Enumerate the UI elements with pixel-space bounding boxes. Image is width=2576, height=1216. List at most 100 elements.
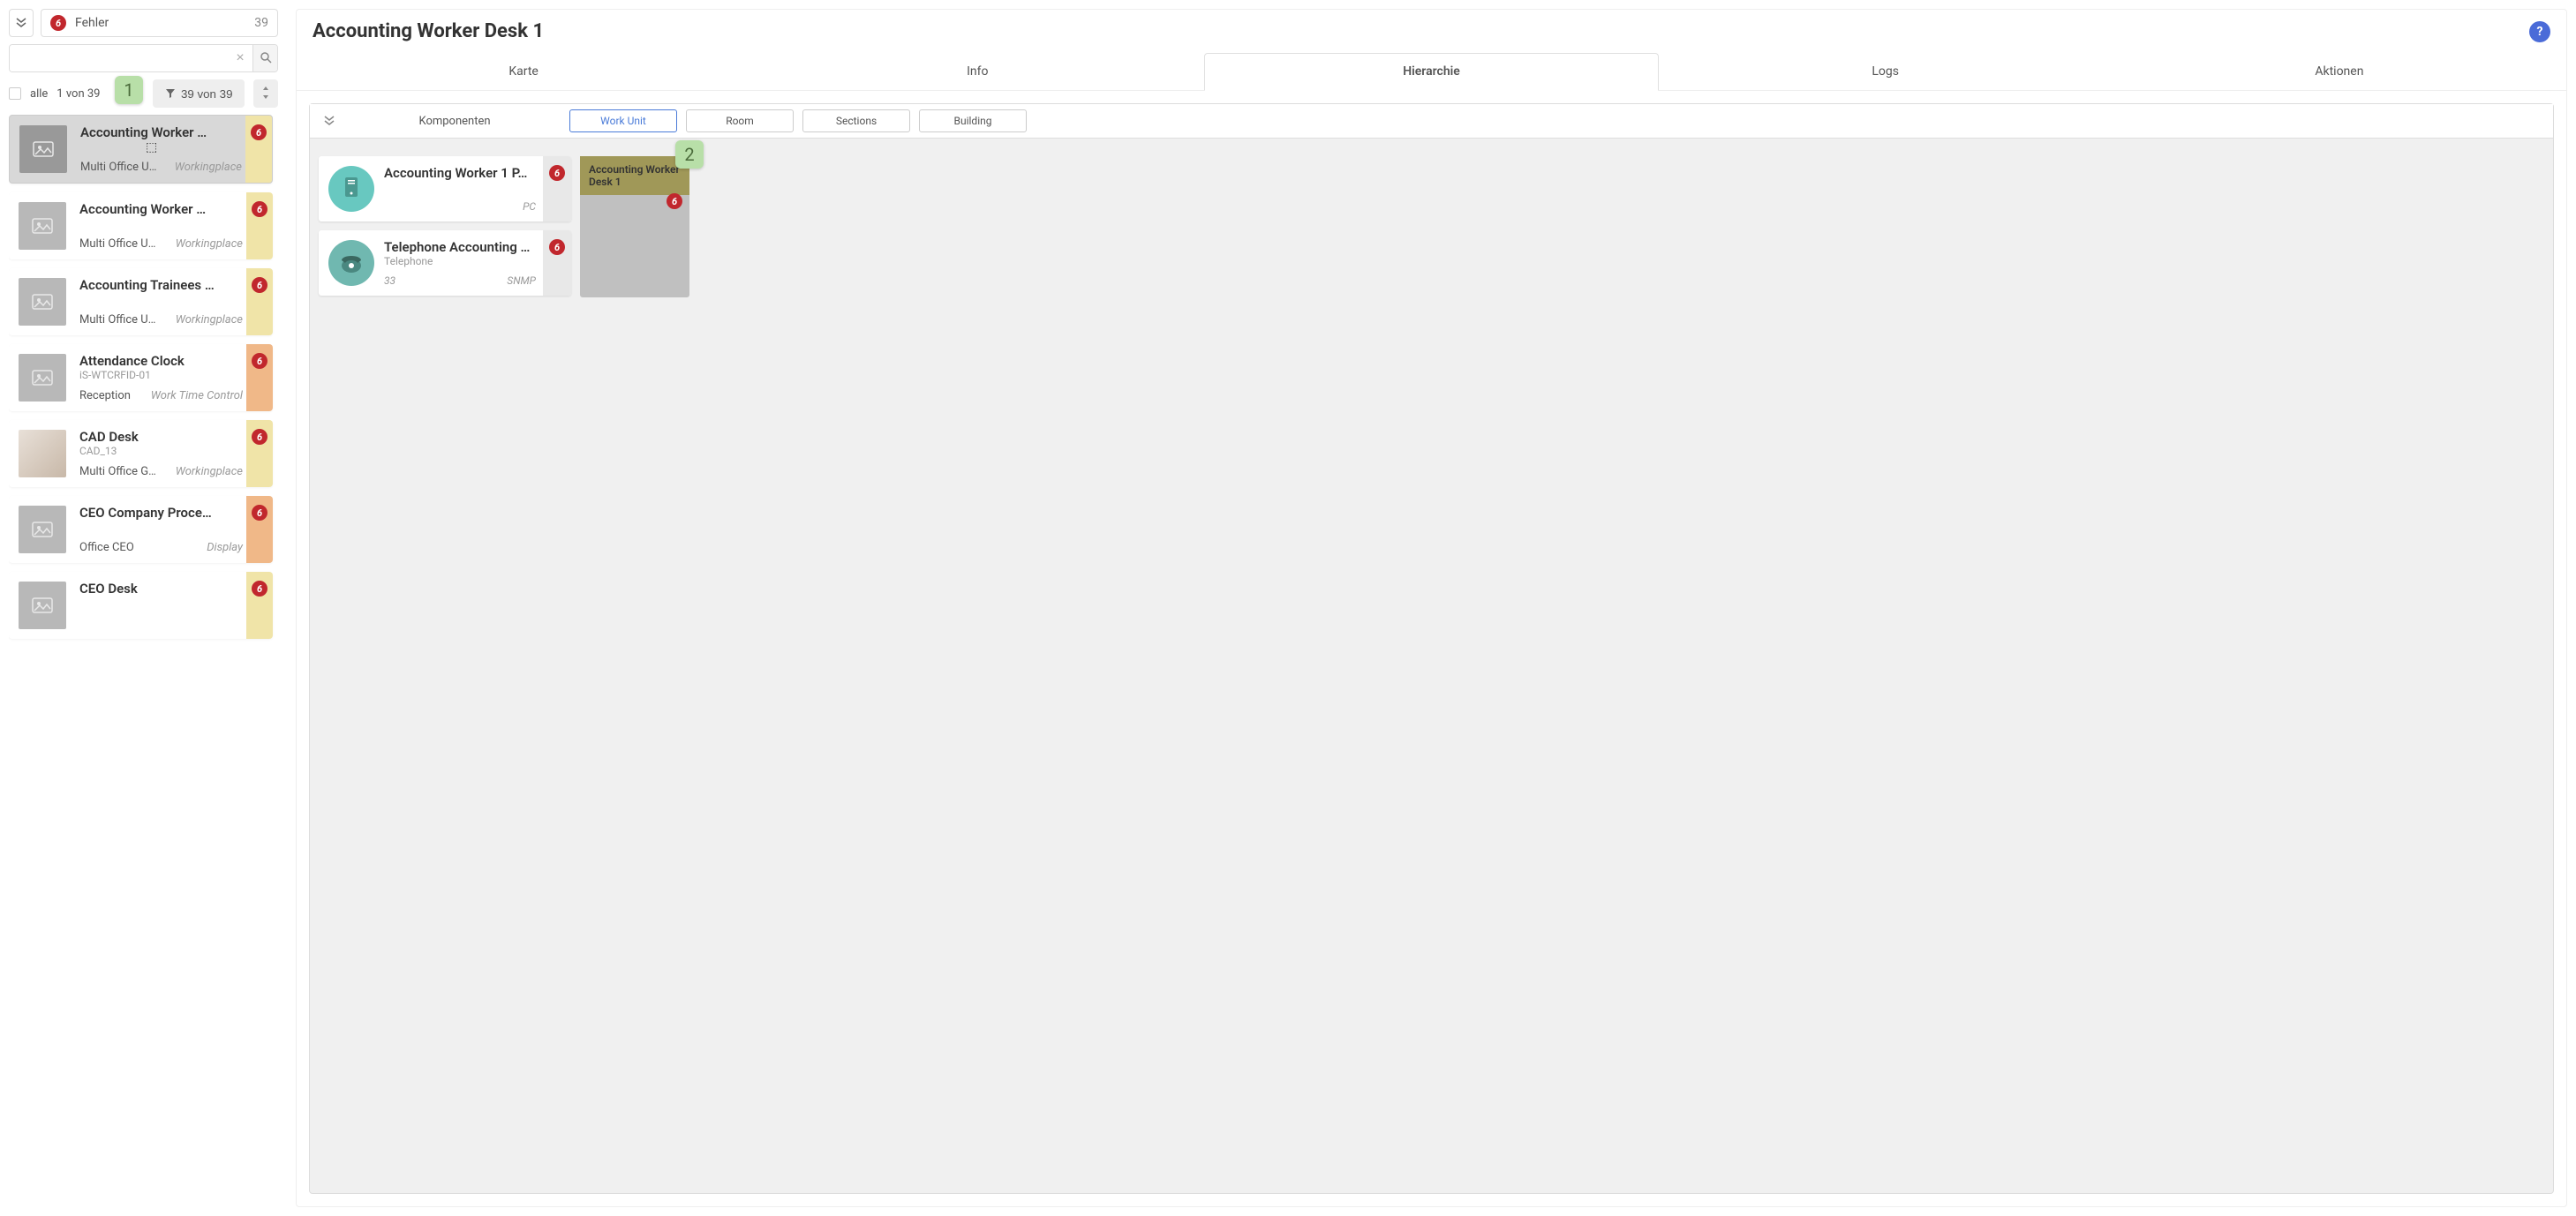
item-location: Reception	[79, 389, 131, 402]
item-type: Workingplace	[175, 161, 242, 174]
item-thumbnail	[19, 354, 66, 402]
component-card[interactable]: Telephone Accounting …Telephone33SNMP6	[319, 230, 571, 296]
item-body: Attendance ClockiS-WTCRFID-01 Reception Wo…	[76, 344, 246, 411]
phone-icon	[338, 250, 365, 276]
status-badge: 6	[252, 505, 267, 521]
item-type: Workingplace	[176, 237, 243, 251]
item-body: ⬚Accounting Worker …Multi Office U…Worki…	[77, 116, 245, 183]
status-badge: 6	[252, 353, 267, 369]
search-button[interactable]	[252, 45, 277, 71]
status-stripe: 6	[246, 192, 273, 259]
status-badge: 6	[549, 239, 565, 255]
main-tabs: KarteInfoHierarchieLogsAktionen	[297, 53, 2566, 91]
tab-karte[interactable]: Karte	[297, 53, 750, 90]
level-tab-work-unit[interactable]: Work Unit	[569, 109, 677, 132]
pc-icon	[340, 176, 363, 202]
component-subtitle: Telephone	[384, 255, 536, 267]
component-num: 33	[384, 274, 395, 287]
callout-2: 2	[675, 140, 704, 169]
component-body: Accounting Worker 1 P… PC	[384, 156, 543, 221]
komponenten-label: Komponenten	[349, 115, 561, 128]
image-placeholder-icon	[30, 365, 55, 390]
page-title: Accounting Worker Desk 1	[313, 20, 544, 42]
list-item[interactable]: Accounting Worker … Multi Office U… Workin…	[9, 192, 273, 259]
status-stripe: 6	[246, 268, 273, 335]
search-clear-button[interactable]: ×	[228, 45, 252, 71]
item-thumbnail	[19, 506, 66, 553]
level-tab-sections[interactable]: Sections	[802, 109, 910, 132]
status-stripe: 6	[543, 156, 571, 221]
component-title: Accounting Worker 1 P…	[384, 165, 536, 181]
work-unit-card[interactable]: 2 Accounting Worker Desk 1 6	[580, 156, 689, 297]
filter-chip[interactable]: 6 Fehler 39	[41, 9, 278, 37]
status-stripe: 6	[543, 230, 571, 296]
list-item[interactable]: ⬚Accounting Worker …Multi Office U…Worki…	[9, 115, 273, 184]
level-tab-building[interactable]: Building	[919, 109, 1027, 132]
status-badge: 6	[50, 15, 66, 31]
component-card[interactable]: Accounting Worker 1 P… PC 6	[319, 156, 571, 221]
double-chevron-down-icon	[323, 115, 335, 127]
item-title: CEO Company Proce…	[79, 505, 243, 521]
hierarchy-expand-button[interactable]	[319, 110, 340, 131]
item-subtitle: iS-WTCRFID-01	[79, 369, 243, 381]
search-input[interactable]	[10, 45, 228, 71]
item-thumbnail	[19, 125, 67, 173]
item-list[interactable]: ⬚Accounting Worker …Multi Office U…Worki…	[9, 115, 278, 1207]
filter-label: Fehler	[75, 16, 245, 30]
help-button[interactable]: ?	[2529, 21, 2550, 42]
status-stripe: 6	[246, 496, 273, 563]
tab-aktionen[interactable]: Aktionen	[2113, 53, 2566, 90]
item-body: CAD DeskCAD_13 Multi Office G… Workingplac…	[76, 420, 246, 487]
double-chevron-down-icon	[15, 17, 27, 29]
image-placeholder-icon	[30, 289, 55, 314]
component-title: Telephone Accounting …	[384, 239, 536, 255]
work-unit-title: Accounting Worker Desk 1	[580, 156, 689, 195]
list-item[interactable]: CEO Company Proce…Office CEODisplay6	[9, 496, 273, 563]
status-badge: 6	[252, 277, 267, 293]
item-thumbnail	[19, 430, 66, 477]
list-item[interactable]: Accounting Trainees …Multi Office U…Work…	[9, 268, 273, 335]
main-panel: Accounting Worker Desk 1 ? KarteInfoHier…	[296, 9, 2567, 1207]
component-type: PC	[523, 200, 536, 213]
status-badge: 6	[251, 124, 267, 140]
tab-logs[interactable]: Logs	[1659, 53, 2113, 90]
tab-info[interactable]: Info	[750, 53, 1204, 90]
item-title: Accounting Worker …	[80, 124, 242, 140]
expand-all-button[interactable]	[9, 9, 34, 37]
image-placeholder-icon	[30, 593, 55, 618]
item-title: Attendance Clock	[79, 353, 243, 369]
item-type: Work Time Control	[151, 389, 243, 402]
filter-count-label: 39 von 39	[181, 87, 233, 101]
sort-button[interactable]	[253, 79, 278, 108]
item-body: Accounting Worker … Multi Office U… Workin…	[76, 192, 246, 259]
list-item[interactable]: CEO Desk6	[9, 572, 273, 639]
filter-count-button[interactable]: 39 von 39	[153, 79, 245, 108]
component-body: Telephone Accounting …Telephone33SNMP	[384, 230, 543, 296]
item-title: CAD Desk	[79, 429, 243, 445]
item-location: Multi Office G…	[79, 465, 156, 478]
list-item[interactable]: Attendance ClockiS-WTCRFID-01 Reception Wo…	[9, 344, 273, 411]
search-icon	[260, 51, 272, 64]
filter-icon	[165, 88, 176, 99]
list-item[interactable]: CAD DeskCAD_13 Multi Office G… Workingplac…	[9, 420, 273, 487]
item-location: Multi Office U…	[80, 161, 156, 174]
status-badge: 6	[252, 581, 267, 597]
image-placeholder-icon	[30, 214, 55, 238]
item-body: Accounting Trainees …Multi Office U…Work…	[76, 268, 246, 335]
level-tabs: Work Unit Room Sections Building	[569, 109, 1027, 132]
filter-count: 39	[254, 16, 268, 30]
item-subtitle: CAD_13	[79, 445, 243, 457]
alle-label: alle	[30, 87, 48, 101]
sidebar: 6 Fehler 39 × alle 1 von 39 1 39 von 39	[9, 9, 278, 1207]
item-type: Workingplace	[176, 465, 243, 478]
status-badge: 6	[252, 429, 267, 445]
pc-icon	[328, 166, 374, 212]
item-title: Accounting Worker …	[79, 201, 243, 217]
image-placeholder-icon	[30, 517, 55, 542]
level-tab-room[interactable]: Room	[686, 109, 794, 132]
status-badge: 6	[549, 165, 565, 181]
item-location: Multi Office U…	[79, 237, 155, 251]
tab-hierarchie[interactable]: Hierarchie	[1204, 53, 1658, 91]
status-badge: 6	[252, 201, 267, 217]
select-all-checkbox[interactable]	[9, 87, 21, 100]
